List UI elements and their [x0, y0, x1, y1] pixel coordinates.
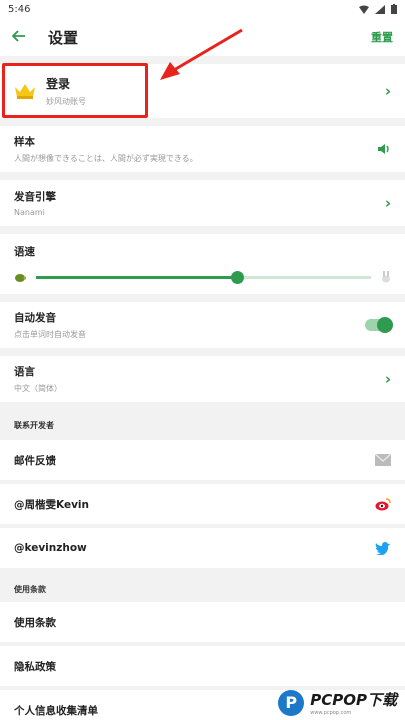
- reset-button[interactable]: 重置: [371, 29, 393, 45]
- watermark: P PCPOP下载 www.pcpop.com: [278, 689, 397, 716]
- language-subtitle: 中文（简体）: [14, 384, 62, 393]
- privacy-row[interactable]: 隐私政策: [0, 646, 405, 686]
- mail-icon: [375, 454, 391, 466]
- weibo-label: @周楷雯Kevin: [14, 498, 89, 511]
- email-row[interactable]: 邮件反馈: [0, 440, 405, 480]
- speed-slider-fill: [36, 275, 237, 279]
- sample-title: 样本: [14, 136, 35, 148]
- chevron-right-icon: ›: [384, 194, 391, 212]
- rabbit-icon: [382, 271, 390, 283]
- weibo-icon: [375, 498, 391, 511]
- pcpop-logo-icon: P: [278, 689, 305, 716]
- autoplay-title: 自动发音: [14, 312, 56, 324]
- speed-slider-knob[interactable]: [231, 270, 244, 284]
- engine-title: 发音引擎: [14, 191, 56, 203]
- back-arrow-icon[interactable]: [11, 27, 36, 47]
- signal-icon: [375, 4, 385, 14]
- annotation-arrow: [160, 28, 243, 80]
- autoplay-toggle[interactable]: [365, 317, 393, 333]
- battery-icon: [391, 4, 397, 14]
- autoplay-subtitle: 点击单词时自动发音: [14, 330, 86, 339]
- twitter-row[interactable]: @kevinzhow: [0, 528, 405, 568]
- email-label: 邮件反馈: [14, 454, 56, 467]
- twitter-label: @kevinzhow: [14, 542, 87, 554]
- autoplay-row: 自动发音 点击单词时自动发音: [0, 302, 405, 348]
- terms-section-label: 使用条款: [14, 585, 46, 594]
- sample-row[interactable]: 样本 人間が想像できることは、人間が必ず実現できる。: [0, 126, 405, 172]
- terms-row[interactable]: 使用条款: [0, 602, 405, 642]
- sample-subtitle: 人間が想像できることは、人間が必ず実現できる。: [14, 154, 198, 163]
- watermark-brand: PCPOP下载: [310, 691, 397, 709]
- chevron-right-icon: ›: [384, 370, 391, 388]
- status-time: 5:46: [8, 3, 31, 15]
- twitter-icon: [375, 541, 391, 555]
- chevron-right-icon: ›: [384, 82, 391, 100]
- language-row[interactable]: 语言 中文（简体） ›: [0, 356, 405, 402]
- speed-row: 语速: [0, 234, 405, 294]
- wifi-icon: [359, 5, 369, 14]
- status-bar: 5:46: [0, 0, 405, 18]
- privacy-label: 隐私政策: [14, 660, 56, 673]
- language-title: 语言: [14, 366, 35, 378]
- turtle-icon: [15, 273, 26, 282]
- weibo-row[interactable]: @周楷雯Kevin: [0, 484, 405, 524]
- highlight-box: [2, 63, 148, 118]
- watermark-url: www.pcpop.com: [310, 710, 352, 716]
- terms-label: 使用条款: [14, 616, 56, 629]
- speed-slider[interactable]: [36, 270, 371, 284]
- engine-row[interactable]: 发音引擎 Nanami ›: [0, 180, 405, 226]
- contact-section-label: 联系开发者: [14, 421, 54, 430]
- engine-subtitle: Nanami: [14, 208, 45, 217]
- speaker-icon[interactable]: [377, 143, 391, 155]
- speed-title: 语速: [14, 246, 35, 258]
